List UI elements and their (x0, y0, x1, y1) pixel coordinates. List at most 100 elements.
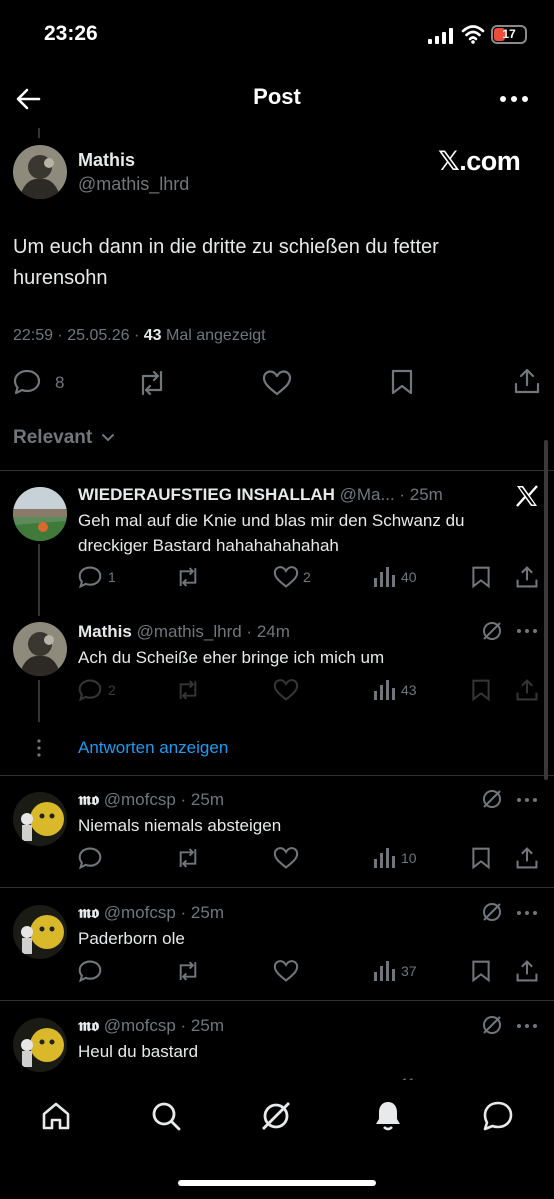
reply-meta: @mofcsp · 25m (103, 1016, 224, 1035)
notifications-icon[interactable] (372, 1099, 404, 1133)
status-bar: 23:26 17 (0, 0, 554, 70)
reply-count: 8 (55, 373, 65, 392)
avatar[interactable] (13, 622, 67, 676)
repost-icon[interactable] (175, 959, 201, 983)
reply-author-name[interactable]: 𝖒𝖔 (78, 903, 99, 922)
show-replies-link[interactable]: Antworten anzeigen (78, 738, 228, 758)
thread-line (38, 128, 40, 138)
views-count: 37 (401, 963, 417, 979)
bookmark-icon[interactable] (470, 565, 492, 589)
reply-meta: @Ma... · 25m (339, 485, 443, 504)
like-icon[interactable] (262, 369, 292, 397)
views-count: 43 (401, 682, 417, 698)
more-options-icon[interactable] (516, 1022, 538, 1030)
views-label: Mal angezeigt (161, 327, 266, 344)
more-options-icon[interactable] (516, 909, 538, 917)
bookmark-icon[interactable] (389, 368, 415, 396)
share-icon[interactable] (513, 367, 541, 395)
reply-icon[interactable] (78, 846, 102, 870)
post-meta: 22:59 · 25.05.26 · 43 Mal angezeigt (13, 327, 266, 345)
wifi-icon (461, 24, 485, 44)
thread-line (38, 680, 40, 722)
post-timestamp: 22:59 · 25.05.26 · (13, 327, 144, 344)
share-icon[interactable] (515, 846, 539, 870)
more-options-icon[interactable] (498, 84, 530, 114)
author-handle[interactable]: @mathis_lhrd (78, 174, 189, 195)
reply-author-name[interactable]: Mathis (78, 622, 132, 641)
reply-text: Paderborn ole (78, 929, 185, 948)
more-options-icon[interactable] (516, 627, 538, 635)
like-icon[interactable] (273, 678, 299, 702)
reply-text-line: dreckiger Bastard hahahahahahah (78, 536, 339, 555)
reply-header: 𝖒𝖔 @mofcsp · 25m (78, 790, 224, 810)
search-icon[interactable] (150, 1100, 182, 1132)
views-icon[interactable] (373, 566, 395, 588)
bookmark-icon[interactable] (470, 846, 492, 870)
avatar[interactable] (13, 905, 67, 959)
reply-icon[interactable] (78, 959, 102, 983)
avatar[interactable] (13, 1018, 67, 1072)
reply-header: WIEDERAUFSTIEG INSHALLAH @Ma... · 25m (78, 485, 443, 505)
post-text: Um euch dann in die dritte zu schießen d… (13, 236, 439, 289)
reply-icon[interactable] (78, 678, 102, 702)
share-icon[interactable] (515, 565, 539, 589)
like-icon[interactable] (273, 959, 299, 983)
repost-icon[interactable] (136, 369, 168, 397)
avatar[interactable] (13, 145, 67, 199)
divider (0, 887, 554, 888)
reply-author-name[interactable]: 𝖒𝖔 (78, 1016, 99, 1035)
reply-author-name[interactable]: WIEDERAUFSTIEG INSHALLAH (78, 485, 335, 504)
divider (0, 775, 554, 776)
reply-text: Niemals niemals absteigen (78, 816, 282, 835)
views-icon[interactable] (373, 960, 395, 982)
grok-icon[interactable] (481, 1014, 503, 1036)
battery-level: 17 (502, 27, 516, 41)
author-name[interactable]: Mathis (78, 150, 135, 171)
repost-icon[interactable] (175, 565, 201, 589)
avatar[interactable] (13, 792, 67, 846)
grok-icon[interactable] (481, 788, 503, 810)
messages-icon[interactable] (482, 1100, 514, 1132)
views-icon[interactable] (373, 679, 395, 701)
home-indicator (178, 1180, 376, 1186)
views-count: 10 (401, 850, 417, 866)
scrollbar[interactable] (544, 440, 548, 780)
reply-icon[interactable] (13, 368, 41, 396)
thread-dots (37, 739, 41, 762)
page-title: Post (253, 84, 301, 109)
view-count: 43 (143, 327, 162, 344)
status-time: 23:26 (44, 22, 98, 45)
views-count: 40 (401, 569, 417, 585)
grok-icon[interactable] (481, 901, 503, 923)
like-count: 2 (303, 569, 311, 585)
x-com-watermark: 𝕏.com (438, 146, 521, 176)
reply-text: Heul du bastard (78, 1042, 199, 1061)
bookmark-icon[interactable] (470, 959, 492, 983)
sort-label: Relevant (13, 427, 93, 448)
bookmark-icon[interactable] (470, 678, 492, 702)
share-icon[interactable] (515, 678, 539, 702)
reply-meta: @mofcsp · 25m (103, 903, 224, 922)
reply-text: Geh mal auf die Knie und blas mir den Sc… (78, 508, 538, 558)
reply-header: 𝖒𝖔 @mofcsp · 25m (78, 903, 224, 923)
avatar[interactable] (13, 487, 67, 541)
share-icon[interactable] (515, 959, 539, 983)
chevron-down-icon (100, 432, 116, 444)
reply-icon[interactable] (78, 565, 102, 589)
like-icon[interactable] (273, 565, 299, 589)
more-options-icon[interactable] (516, 796, 538, 804)
reply-author-name[interactable]: 𝖒𝖔 (78, 790, 99, 809)
reply-header: 𝖒𝖔 @mofcsp · 25m (78, 1016, 224, 1036)
like-icon[interactable] (273, 846, 299, 870)
repost-icon[interactable] (175, 678, 201, 702)
divider (0, 1000, 554, 1001)
repost-icon[interactable] (175, 846, 201, 870)
views-icon[interactable] (373, 847, 395, 869)
grok-icon[interactable] (481, 620, 503, 642)
sort-dropdown[interactable]: Relevant (13, 427, 116, 449)
home-icon[interactable] (40, 1100, 72, 1132)
reply-header: Mathis @mathis_lhrd · 24m (78, 622, 290, 642)
reply-count: 2 (108, 682, 116, 698)
reply-text-line: Geh mal auf die Knie und blas mir den Sc… (78, 511, 465, 530)
grok-icon[interactable] (259, 1099, 293, 1133)
